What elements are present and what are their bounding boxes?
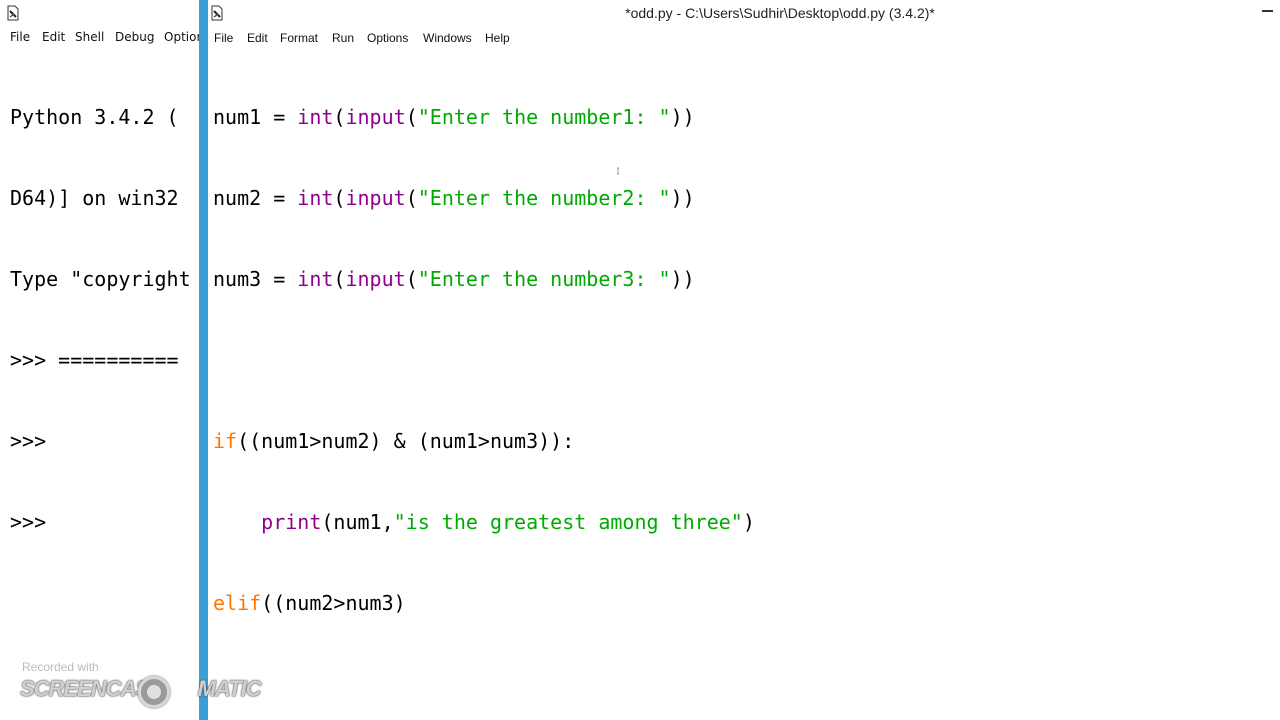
code-line: elif((num2>num3) [213, 590, 755, 617]
builtin-token: int [297, 267, 334, 291]
code-text: num1 = [213, 105, 298, 129]
watermark-brand-right: MATIC [197, 676, 262, 701]
shell-prompt-line: >>> [10, 429, 59, 453]
editor-menu-file[interactable]: File [214, 31, 233, 45]
shell-menu-edit[interactable]: Edit [42, 30, 65, 44]
code-text: num3 = [213, 267, 298, 291]
shell-line: D64)] on win32 [10, 186, 179, 210]
shell-menu-shell[interactable]: Shell [75, 30, 104, 44]
code-line: if((num1>num2) & (num1>num3)): [213, 428, 755, 455]
code-line: num1 = int(input("Enter the number1: ")) [213, 104, 755, 131]
builtin-token: input [345, 267, 406, 291]
shell-line: Type "copyright [10, 267, 191, 291]
keyword-token: if [213, 429, 238, 453]
editor-menu-format[interactable]: Format [280, 31, 318, 45]
code-editor[interactable]: num1 = int(input("Enter the number1: "))… [213, 50, 755, 671]
minimize-icon[interactable] [1262, 0, 1274, 14]
code-line: num2 = int(input("Enter the number2: ")) [213, 185, 755, 212]
editor-titlebar: *odd.py - C:\Users\Sudhir\Desktop\odd.py… [208, 0, 1280, 26]
shell-prompt-line: >>> [10, 510, 59, 534]
code-text: )) [670, 267, 695, 291]
shell-line: >>> ========== [10, 348, 179, 372]
code-text: )) [670, 186, 695, 210]
code-text: ( [405, 267, 418, 291]
shell-titlebar [0, 0, 199, 26]
window-divider [199, 0, 208, 720]
builtin-token: print [261, 510, 322, 534]
code-text: ((num1>num2) & (num1>num3)): [237, 429, 575, 453]
builtin-token: int [297, 105, 334, 129]
watermark-recorded-text: Recorded with [22, 660, 99, 674]
editor-menu-options[interactable]: Options [367, 31, 408, 45]
code-text: )) [670, 105, 695, 129]
editor-window-title: *odd.py - C:\Users\Sudhir\Desktop\odd.py… [625, 5, 935, 21]
shell-output[interactable]: Python 3.4.2 ( D64)] on win32 Type "copy… [10, 50, 191, 590]
code-text: ( [333, 267, 346, 291]
code-text: ) [742, 510, 755, 534]
editor-menu-run[interactable]: Run [332, 31, 354, 45]
code-text: ( [333, 105, 346, 129]
text-cursor-icon [617, 167, 619, 175]
string-token: "Enter the number2: " [417, 186, 671, 210]
builtin-token: input [345, 105, 406, 129]
code-text: (num1, [321, 510, 394, 534]
string-token: "Enter the number3: " [417, 267, 671, 291]
code-text: ( [333, 186, 346, 210]
string-token: "Enter the number1: " [417, 105, 671, 129]
code-text: ((num2>num3) [261, 591, 406, 615]
code-text: ( [405, 105, 418, 129]
editor-menu-windows[interactable]: Windows [423, 31, 472, 45]
shell-menu-debug[interactable]: Debug [115, 30, 154, 44]
record-button-icon [138, 676, 170, 708]
builtin-token: int [297, 186, 334, 210]
editor-menu-help[interactable]: Help [485, 31, 510, 45]
editor-menubar: File Edit Format Run Options Windows Hel… [208, 26, 1280, 48]
editor-menu-edit[interactable]: Edit [247, 31, 268, 45]
idle-app-icon [7, 5, 19, 21]
editor-window: *odd.py - C:\Users\Sudhir\Desktop\odd.py… [208, 0, 1280, 720]
keyword-token: elif [213, 591, 262, 615]
string-token: "is the greatest among three" [393, 510, 743, 534]
shell-menu-file[interactable]: File [10, 30, 30, 44]
shell-menu-options[interactable]: Options [164, 30, 199, 44]
code-text: num2 = [213, 186, 298, 210]
python-shell-window: File Edit Shell Debug Options Python 3.4… [0, 0, 200, 720]
builtin-token: input [345, 186, 406, 210]
code-text: ( [405, 186, 418, 210]
shell-menubar: File Edit Shell Debug Options [0, 26, 199, 48]
code-line: print(num1,"is the greatest among three"… [213, 509, 755, 536]
shell-line: Python 3.4.2 ( [10, 105, 179, 129]
code-line: num3 = int(input("Enter the number3: ")) [213, 266, 755, 293]
